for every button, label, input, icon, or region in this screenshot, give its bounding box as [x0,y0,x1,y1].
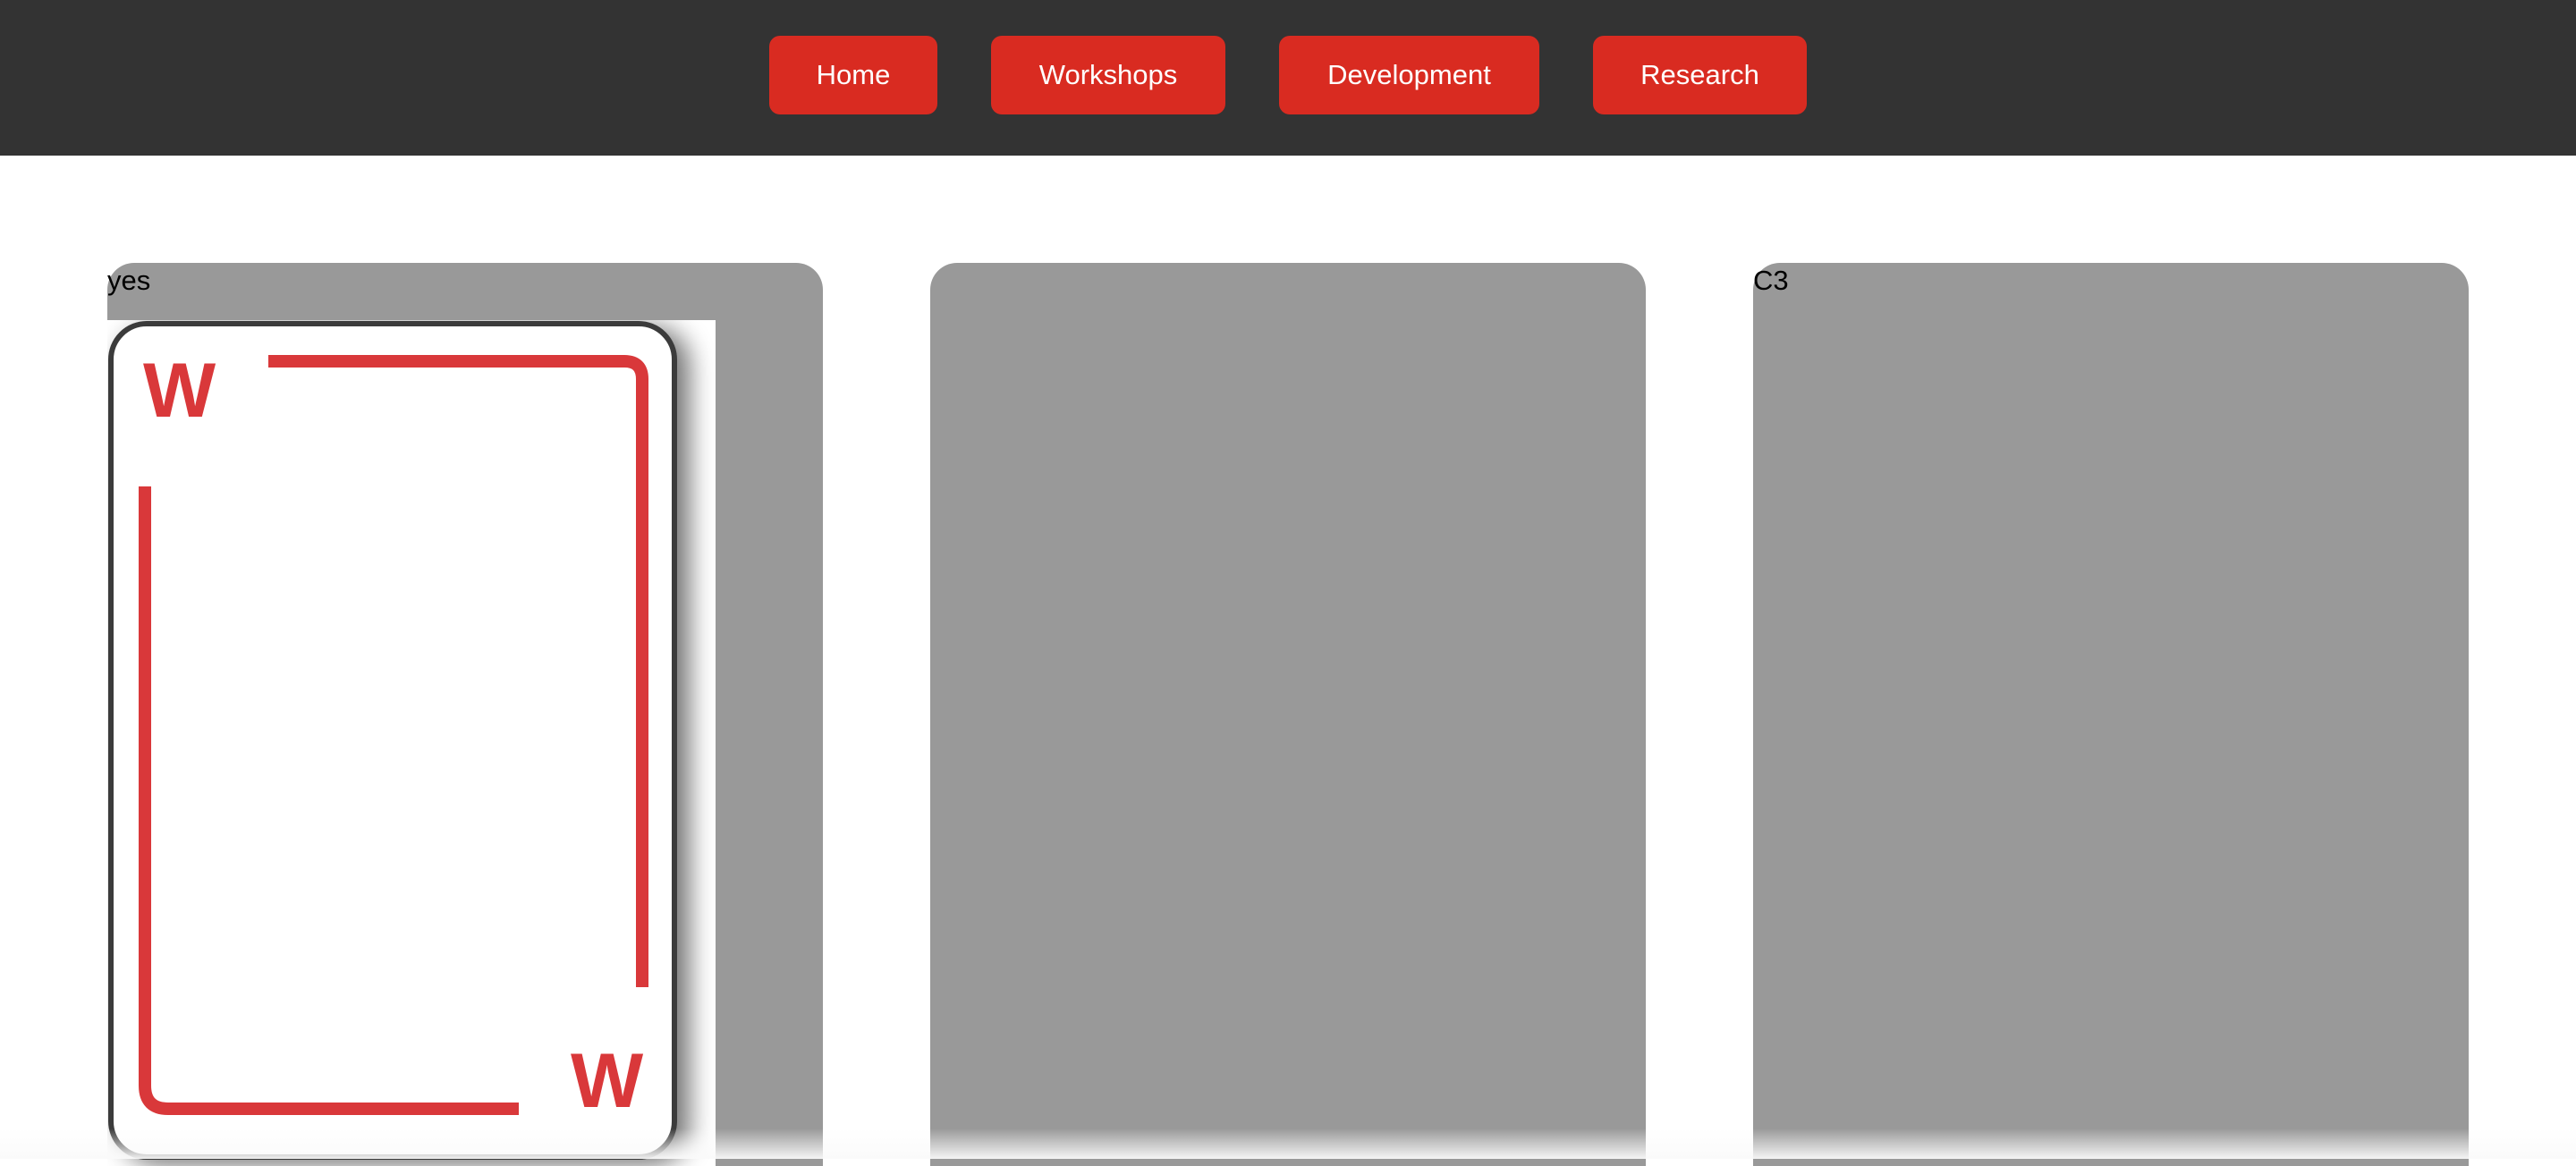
top-navigation-bar: Home Workshops Development Research [0,0,2576,156]
corner-letter-bottom: W [571,1038,644,1124]
content-card-3: C3 [1753,263,2469,1166]
nav-workshops-button[interactable]: Workshops [991,36,1225,114]
card-face [108,321,677,1160]
corner-letter-top: W [143,348,216,434]
content-card-2 [930,263,1646,1166]
card-label: C3 [1753,265,1789,296]
card-label: yes [107,265,151,296]
nav-development-button[interactable]: Development [1279,36,1539,114]
nav-home-button[interactable]: Home [769,36,937,114]
content-card-1: yes W W [107,263,823,1166]
playing-card-image: W W [107,320,716,1166]
nav-research-button[interactable]: Research [1593,36,1807,114]
